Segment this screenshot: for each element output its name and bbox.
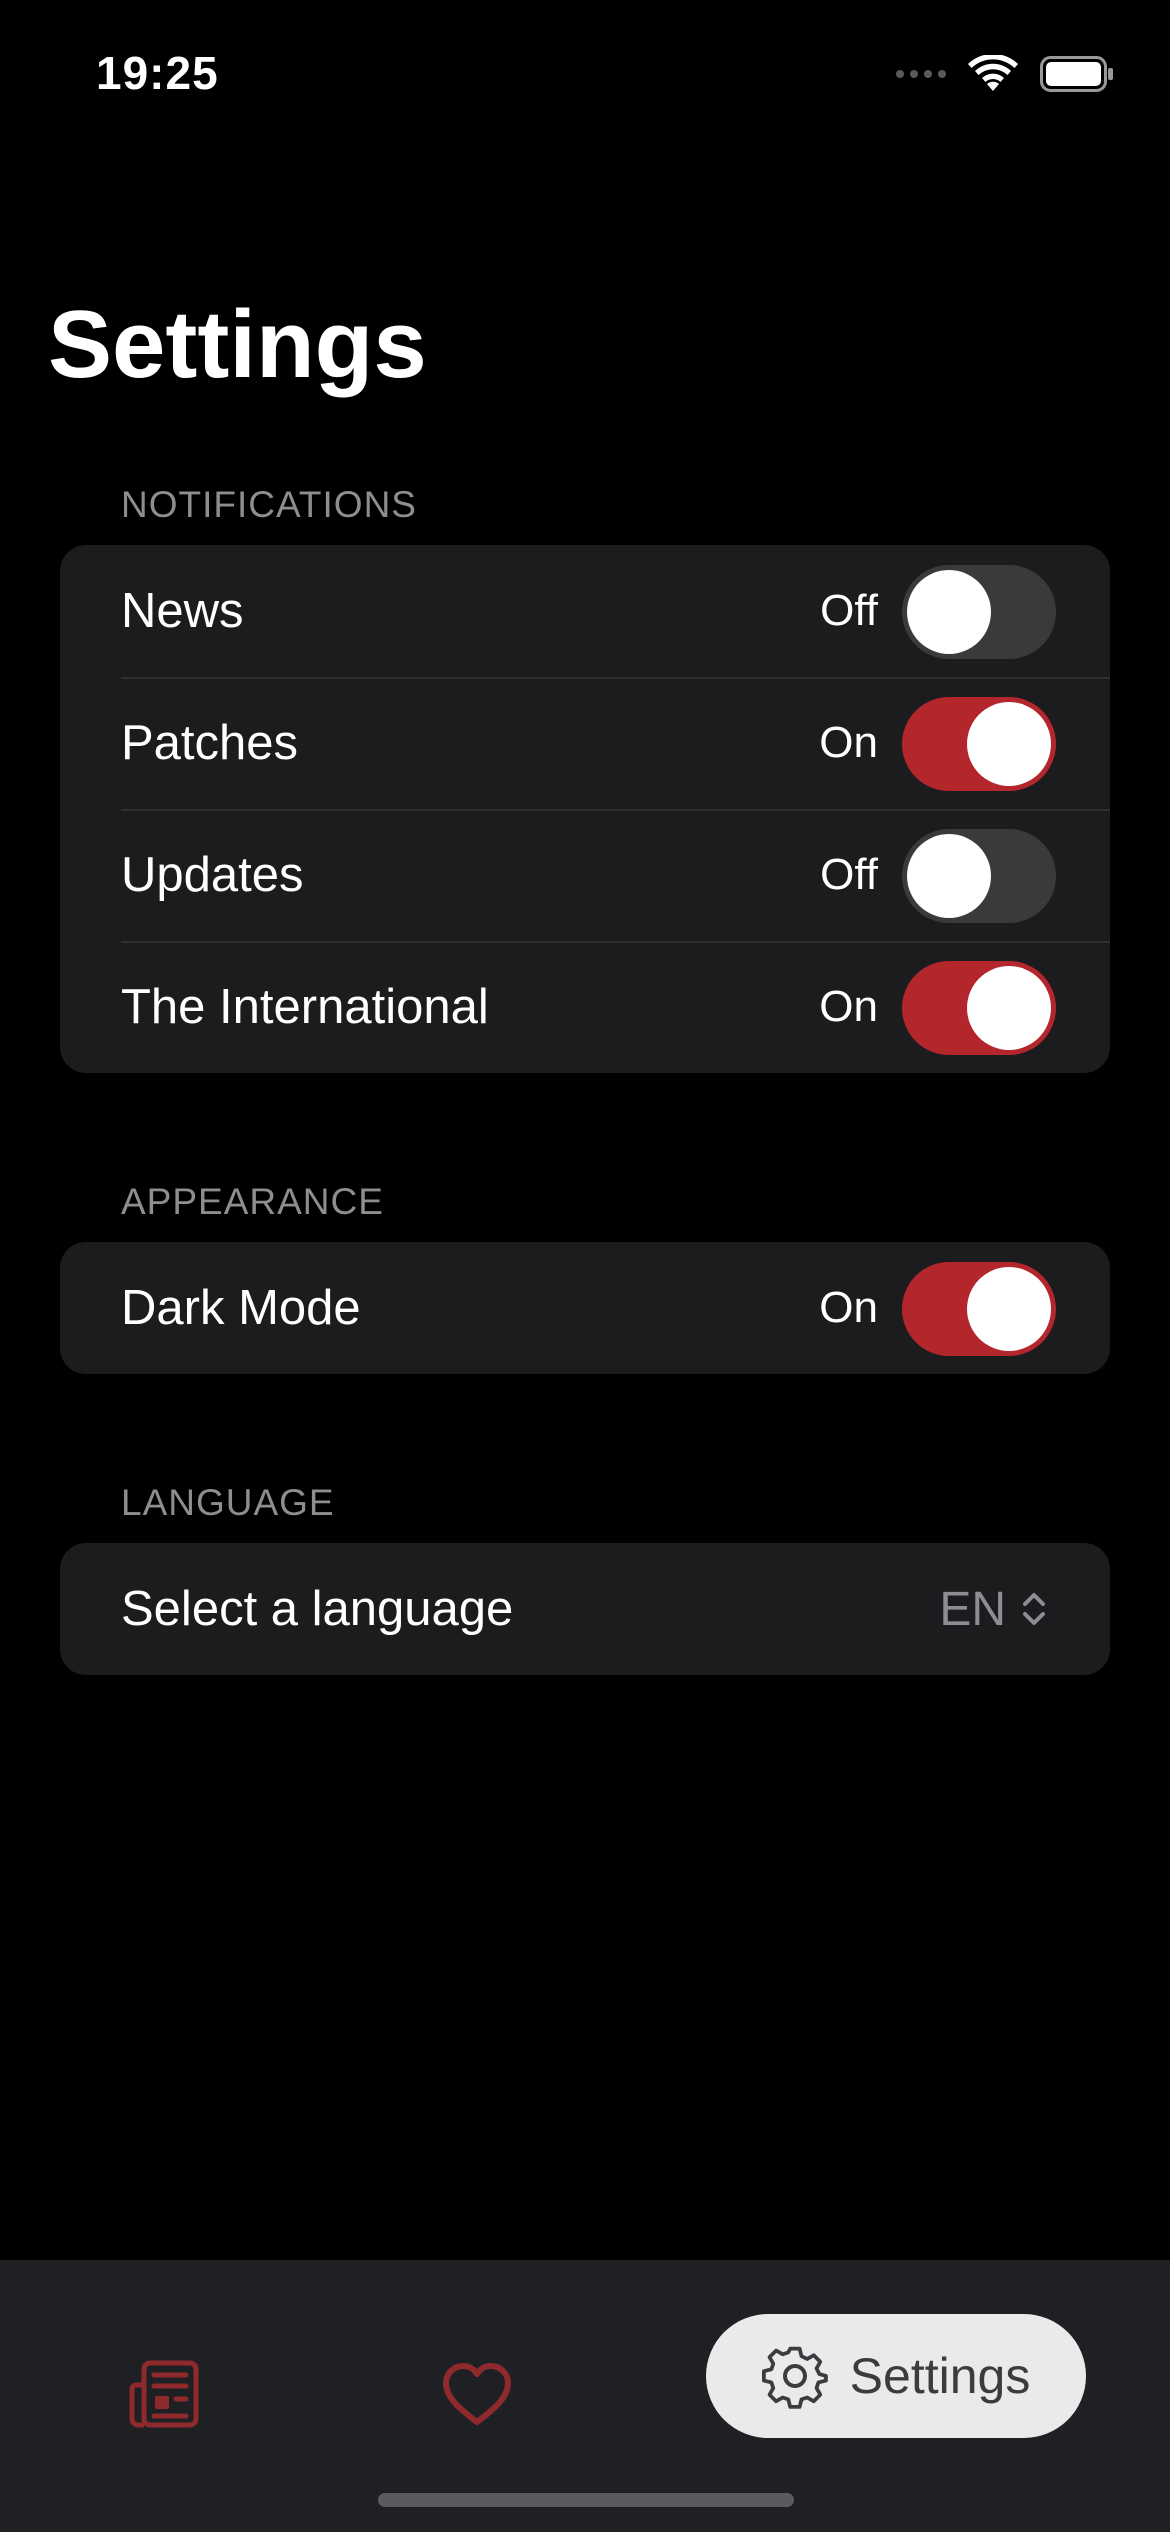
- appearance-group: Dark Mode On: [60, 1242, 1110, 1374]
- notification-row-news: News Off: [60, 545, 1110, 677]
- status-time: 19:25: [96, 47, 219, 99]
- language-value: EN: [939, 1582, 1006, 1636]
- updates-toggle[interactable]: [902, 829, 1056, 923]
- tab-settings-label: Settings: [849, 2348, 1031, 2404]
- row-label: Patches: [121, 716, 299, 770]
- battery-icon: [1040, 56, 1113, 92]
- tab-settings[interactable]: Settings: [706, 2314, 1086, 2438]
- toggle-knob: [907, 834, 991, 918]
- newspaper-icon: [129, 2360, 199, 2428]
- status-bar: 19:25: [0, 0, 1170, 150]
- row-state: On: [819, 718, 878, 767]
- status-icons: [896, 54, 1114, 94]
- notifications-section-header: NOTIFICATIONS: [121, 484, 417, 525]
- row-state: Off: [820, 586, 878, 635]
- notification-row-patches: Patches On: [60, 677, 1110, 809]
- row-state: On: [819, 1283, 878, 1332]
- notifications-group: News Off Patches On Updates Off The Inte…: [60, 545, 1110, 1073]
- row-state: Off: [820, 850, 878, 899]
- chevron-up-down-icon: [1023, 1593, 1045, 1625]
- toggle-knob: [907, 570, 991, 654]
- row-label: News: [121, 584, 244, 638]
- row-label: The International: [121, 980, 489, 1034]
- notification-row-updates: Updates Off: [60, 809, 1110, 941]
- the-international-toggle[interactable]: [902, 961, 1056, 1055]
- row-state: On: [819, 982, 878, 1031]
- home-indicator[interactable]: [378, 2493, 794, 2507]
- toggle-knob: [967, 1267, 1051, 1351]
- gear-icon: [761, 2346, 828, 2409]
- tab-favorites[interactable]: [422, 2340, 532, 2450]
- wifi-icon: [968, 55, 1018, 91]
- row-label: Dark Mode: [121, 1281, 361, 1335]
- appearance-section-header: APPEARANCE: [121, 1181, 384, 1222]
- tab-news[interactable]: [110, 2340, 220, 2450]
- news-toggle[interactable]: [902, 565, 1056, 659]
- heart-icon: [443, 2363, 511, 2425]
- cellular-signal-icon: [896, 70, 946, 78]
- page-title: Settings: [48, 291, 427, 398]
- appearance-row-dark-mode: Dark Mode On: [60, 1242, 1110, 1374]
- patches-toggle[interactable]: [902, 697, 1056, 791]
- language-picker[interactable]: EN: [939, 1543, 1048, 1675]
- row-label: Updates: [121, 848, 304, 902]
- language-section-header: LANGUAGE: [121, 1482, 335, 1523]
- language-group: Select a language EN: [60, 1543, 1110, 1675]
- notification-row-the-international: The International On: [60, 941, 1110, 1073]
- language-select-row[interactable]: Select a language EN: [60, 1543, 1110, 1675]
- row-label: Select a language: [121, 1582, 514, 1636]
- toggle-knob: [967, 966, 1051, 1050]
- tab-bar: Settings: [0, 2260, 1170, 2532]
- toggle-knob: [967, 702, 1051, 786]
- dark-mode-toggle[interactable]: [902, 1262, 1056, 1356]
